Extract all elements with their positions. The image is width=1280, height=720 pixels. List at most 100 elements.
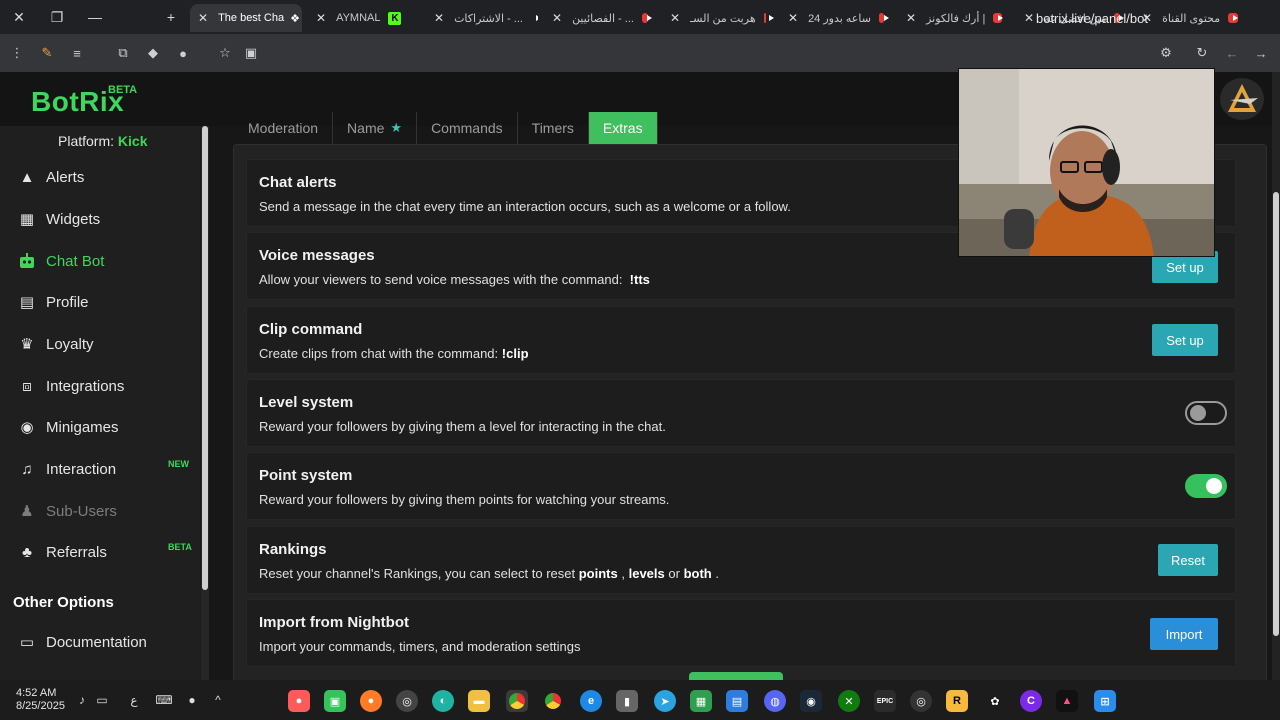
firefox-icon[interactable]: ● [360, 690, 382, 712]
discord-icon[interactable]: ◍ [764, 690, 786, 712]
sidebar-scrollbar[interactable] [201, 126, 209, 680]
affinity-icon[interactable]: ▲ [1056, 690, 1078, 712]
url-field[interactable]: botrix.live/panel/bot [1036, 11, 1148, 26]
app-icon[interactable]: ▣ [324, 690, 346, 712]
show-hidden-icons[interactable]: ^ [210, 692, 226, 708]
sidebar-item-profile[interactable]: ▤ Profile [0, 282, 200, 322]
browser-tab[interactable]: ✕ أرك فالكونز | [898, 4, 1010, 32]
rankings-card: Rankings Reset your channel's Rankings, … [246, 526, 1236, 594]
close-window-icon[interactable]: ✕ [0, 0, 38, 34]
minimize-window-icon[interactable]: — [76, 0, 114, 34]
translate-icon[interactable]: ▣ [240, 42, 262, 64]
site-settings-icon[interactable]: ⚙ [1155, 42, 1177, 64]
epic-games-icon[interactable]: EPIC [874, 690, 896, 712]
browser-tab[interactable]: ✕ الفصائيين - ... [544, 4, 656, 32]
edge-dev-icon[interactable]: ◐ [432, 690, 454, 712]
reload-icon[interactable]: ↻ [1191, 42, 1213, 64]
pen-extension-icon[interactable]: ✎ [36, 42, 58, 64]
sidebar-item-label: Alerts [46, 168, 85, 186]
tab-label: Commands [431, 120, 503, 136]
adblock-icon[interactable]: ● [172, 42, 194, 64]
sidebar-item-minigames[interactable]: ◉ Minigames [0, 407, 200, 447]
calculator-icon[interactable]: ▦ [690, 690, 712, 712]
close-tab-icon[interactable]: ✕ [316, 11, 326, 25]
app-icon[interactable]: ◎ [910, 690, 932, 712]
network-icon[interactable]: ▭ [94, 692, 110, 708]
sidebar-item-integrations[interactable]: ⧈ Integrations [0, 366, 200, 406]
chatgpt-icon[interactable]: ✿ [984, 690, 1006, 712]
chrome-icon[interactable] [506, 690, 528, 712]
menu-dots-icon[interactable]: ⋮ [6, 42, 28, 64]
sidebar-item-alerts[interactable]: ▲ Alerts [0, 157, 200, 197]
tab-title: الاشتراكات - ... [454, 12, 523, 25]
import-nightbot-button[interactable]: Import [1150, 618, 1218, 650]
close-tab-icon[interactable]: ✕ [552, 11, 562, 25]
level-system-toggle[interactable] [1185, 401, 1227, 425]
bookmark-star-icon[interactable]: ☆ [214, 42, 236, 64]
store-icon[interactable]: ▤ [726, 690, 748, 712]
chrome-canary-icon[interactable] [542, 690, 564, 712]
sidebar-item-documentation[interactable]: ▭ Documentation [0, 622, 200, 662]
sidebar-item-chat-bot[interactable]: Chat Bot [0, 241, 200, 281]
tab-label: Name [347, 120, 385, 136]
edge-icon[interactable]: e [580, 690, 602, 712]
app-icon[interactable]: ● [288, 690, 310, 712]
back-icon[interactable]: → [1250, 42, 1272, 64]
tab-extras[interactable]: Extras [588, 112, 658, 144]
page-scrollbar[interactable] [1272, 72, 1280, 680]
media-control-icon[interactable]: ≡ [66, 42, 88, 64]
rankings-reset-button[interactable]: Reset [1158, 544, 1218, 576]
tab-name[interactable]: Name ★ [333, 112, 418, 144]
close-tab-icon[interactable]: ✕ [434, 11, 444, 25]
microphone-icon[interactable]: ● [184, 692, 200, 708]
close-tab-icon[interactable]: ✕ [1024, 11, 1034, 25]
browser-tab[interactable]: ✕ 24 ساعه بدور [780, 4, 892, 32]
extension-icon[interactable]: ◆ [142, 42, 164, 64]
close-tab-icon[interactable]: ✕ [788, 11, 798, 25]
keyboard-icon[interactable]: ⌨ [155, 692, 172, 708]
tab-title: The best Cha [218, 12, 285, 24]
file-explorer-icon[interactable]: ▬ [468, 690, 490, 712]
sidebar-item-label: Minigames [46, 418, 119, 436]
tab-timers[interactable]: Timers [518, 112, 589, 144]
app-icon[interactable]: ▮ [616, 690, 638, 712]
forward-icon[interactable]: ← [1221, 42, 1243, 64]
xbox-icon[interactable]: ✕ [838, 690, 860, 712]
browser-tab[interactable]: ✕ هربت من السـ [662, 4, 774, 32]
steam-icon[interactable]: ◉ [800, 690, 822, 712]
browser-tab[interactable]: ✕ محتوى القناة [1134, 4, 1246, 32]
browser-tab[interactable]: ✕ AYMNAL K [308, 4, 420, 32]
tab-moderation[interactable]: Moderation [234, 112, 334, 144]
system-clock[interactable]: 4:52 AM 8/25/2025 [16, 687, 65, 713]
command-text: !tts [629, 272, 650, 287]
canva-icon[interactable]: C [1020, 690, 1042, 712]
start-menu-icon[interactable]: ⊞ [1094, 690, 1116, 712]
tab-commands[interactable]: Commands [417, 112, 518, 144]
new-tab-icon[interactable]: + [152, 0, 190, 34]
user-avatar[interactable] [1220, 78, 1264, 120]
browser-tab[interactable]: ✕ The best Cha ❖ [190, 4, 302, 32]
sidebar-item-sub-users[interactable]: ♟ Sub-Users [0, 491, 200, 531]
volume-icon[interactable]: ♪ [74, 692, 90, 708]
platform-indicator: Platform: Kick [58, 133, 147, 149]
extensions-icon[interactable]: ⧉ [112, 42, 134, 64]
close-tab-icon[interactable]: ✕ [198, 11, 208, 25]
sidebar-item-interaction[interactable]: ♫ Interaction NEW [0, 449, 200, 489]
language-indicator[interactable]: ع [126, 692, 142, 708]
obs-icon[interactable]: ◎ [396, 690, 418, 712]
browser-tab[interactable]: ✕ الاشتراكات - ... [426, 4, 538, 32]
sidebar-item-loyalty[interactable]: ♛ Loyalty [0, 324, 200, 364]
point-system-card: Point system Reward your followers by gi… [246, 452, 1236, 520]
telegram-icon[interactable]: ➤ [654, 690, 676, 712]
rockstar-icon[interactable]: R [946, 690, 968, 712]
separator-text: or [668, 566, 680, 581]
clip-command-setup-button[interactable]: Set up [1152, 324, 1218, 356]
close-tab-icon[interactable]: ✕ [906, 11, 916, 25]
sidebar-item-widgets[interactable]: ▦ Widgets [0, 199, 200, 239]
tab-label: Timers [531, 120, 574, 136]
sidebar-item-referrals[interactable]: ♣ Referrals BETA [0, 532, 200, 572]
close-tab-icon[interactable]: ✕ [670, 11, 680, 25]
point-system-toggle[interactable] [1185, 474, 1227, 498]
new-badge: NEW [168, 459, 189, 469]
restore-window-icon[interactable]: ❐ [38, 0, 76, 34]
